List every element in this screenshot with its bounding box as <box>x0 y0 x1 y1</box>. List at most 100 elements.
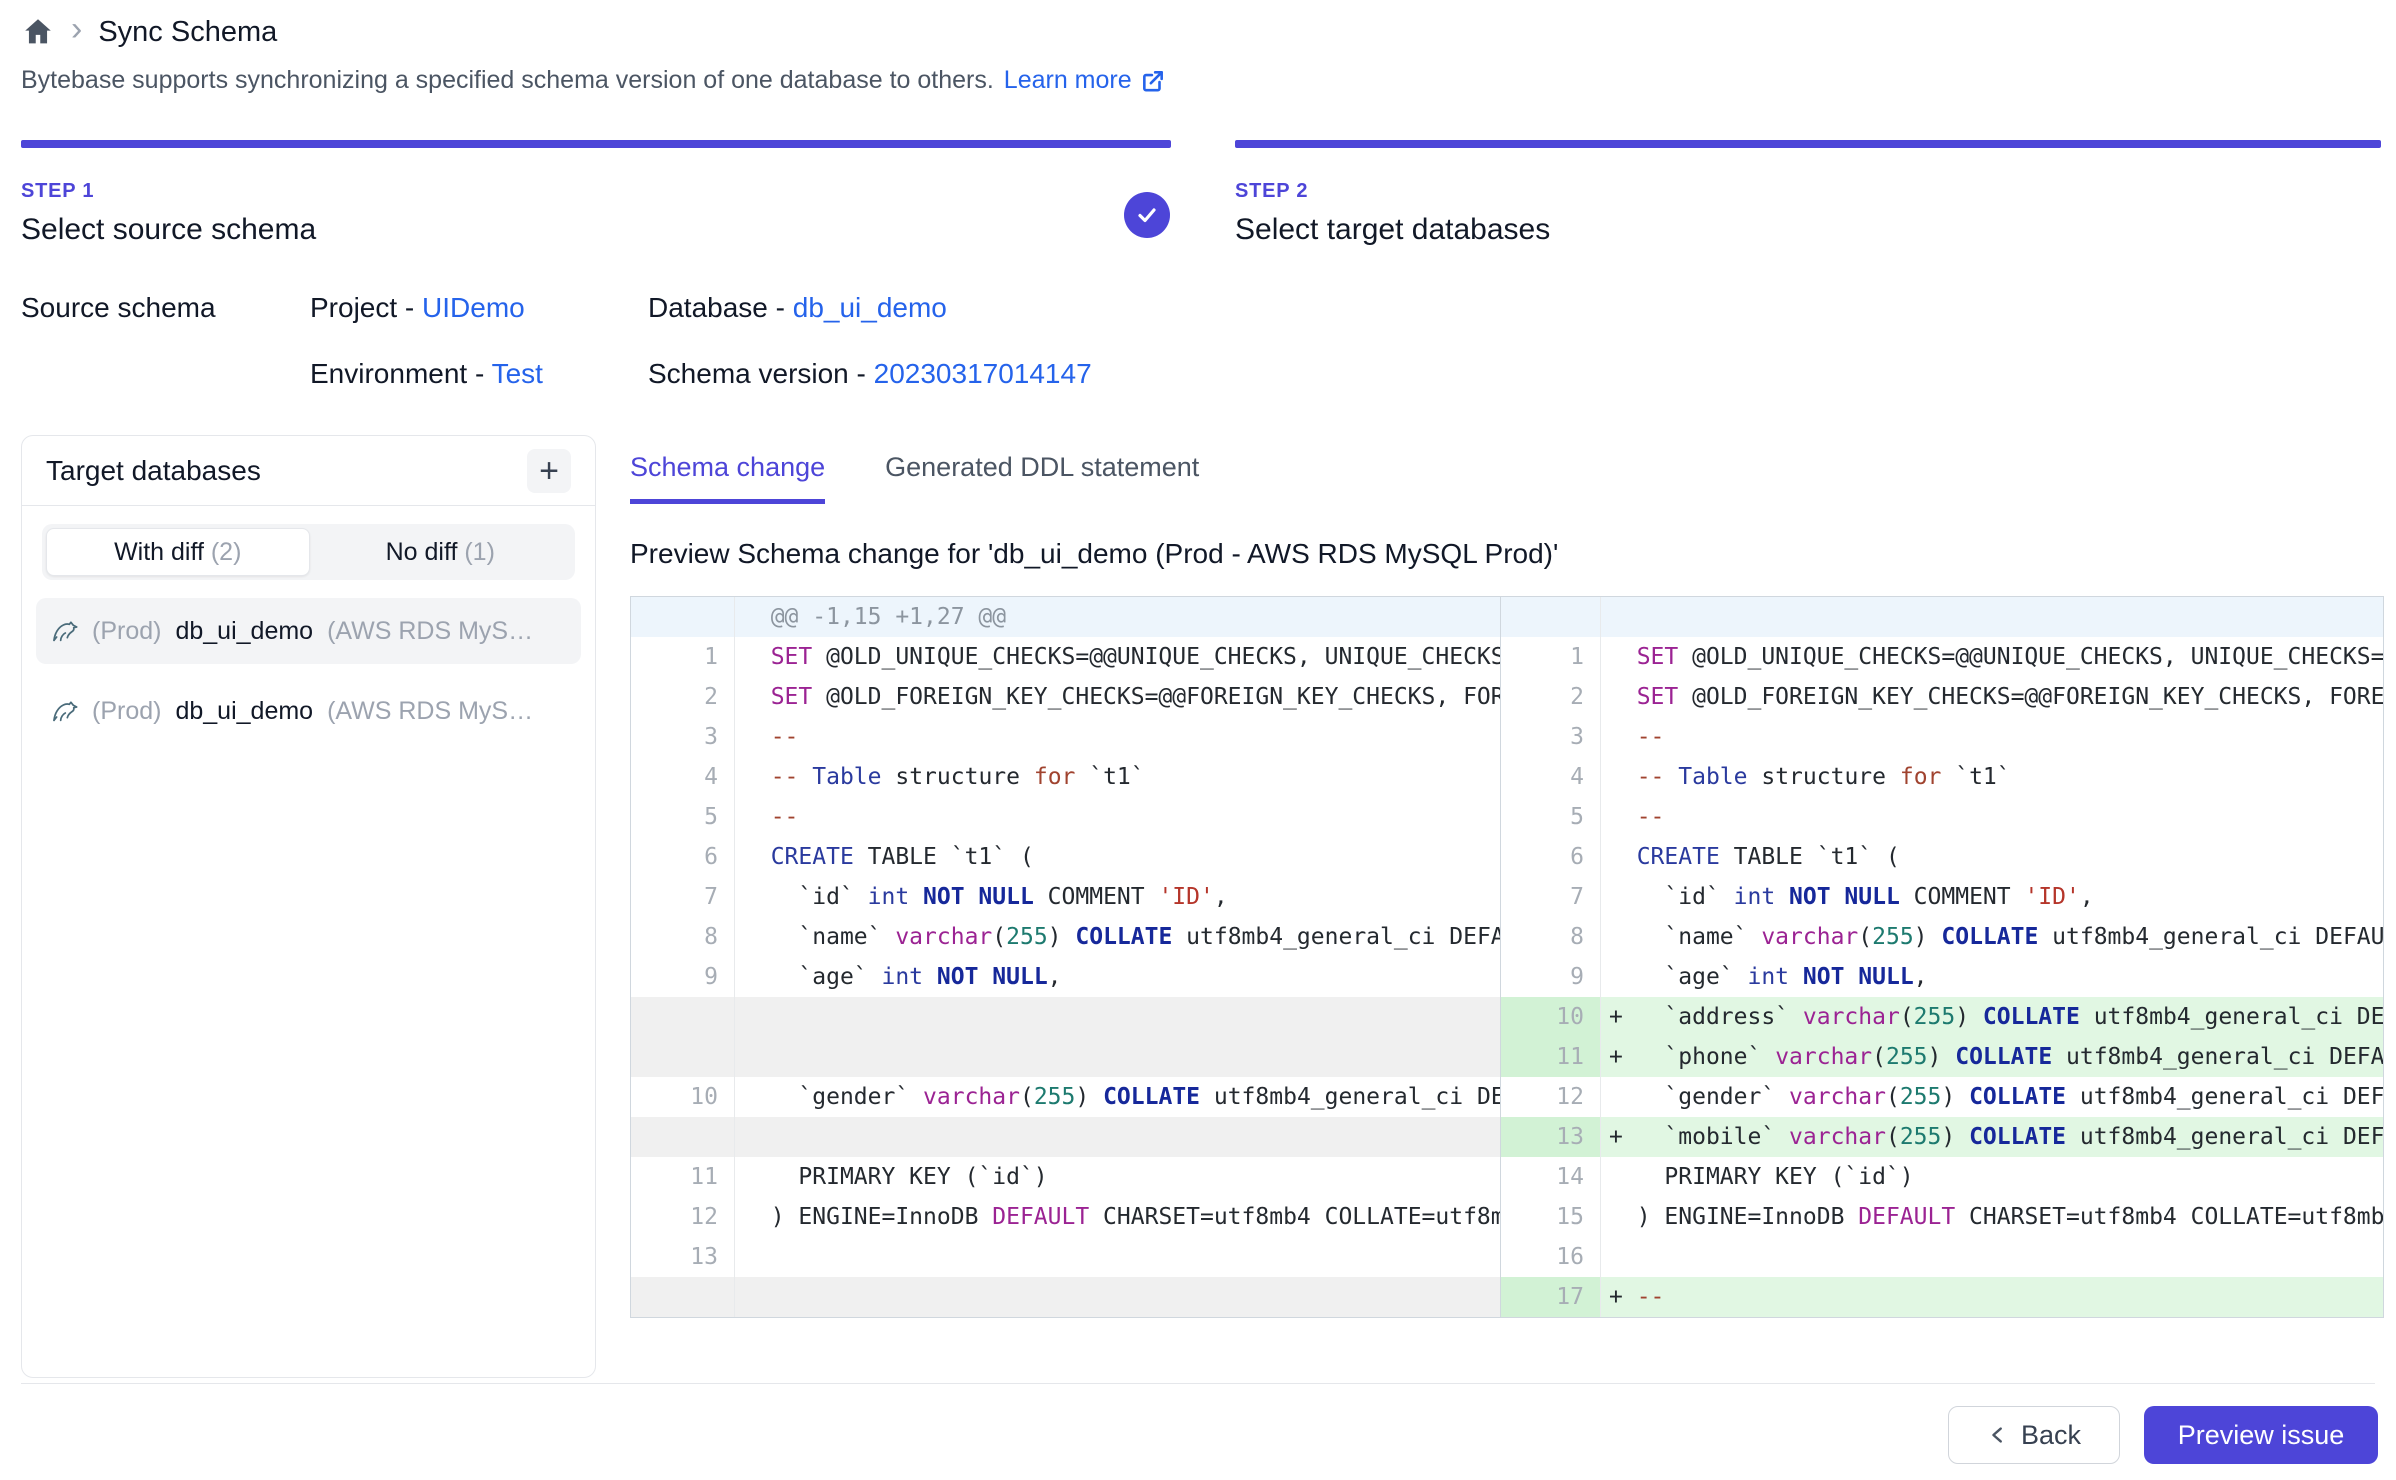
source-field-link[interactable]: 20230317014147 <box>874 358 1092 389</box>
step1-progress-bar <box>21 140 1171 148</box>
diff-code-left: -- Table structure for `t1` <box>735 757 1501 797</box>
diff-code-left: `gender` varchar(255) COLLATE utf8mb4_ge… <box>735 1077 1501 1117</box>
diff-code-right: ) ENGINE=InnoDB DEFAULT CHARSET=utf8mb4 … <box>1601 1197 2383 1237</box>
diff-code-right: -- <box>1601 797 2383 837</box>
diff-row: 6 CREATE TABLE `t1` (6 CREATE TABLE `t1`… <box>631 837 2383 877</box>
code-token: utf8mb4_general_ci DEFAULT NULL, <box>1200 1084 1501 1110</box>
tab-with-diff[interactable]: With diff (2) <box>46 528 310 576</box>
code-token: ) <box>1914 924 1942 950</box>
code-token: -- <box>1637 724 1665 750</box>
chevron-right-icon: › <box>71 12 82 52</box>
diff-code-right: `name` varchar(255) COLLATE utf8mb4_gene… <box>1601 917 2383 957</box>
db-instance: (AWS RDS MyS… <box>327 697 533 726</box>
code-token: COLLATE <box>1983 1004 2080 1030</box>
code-token: ) <box>1955 1004 1983 1030</box>
diff-code-right: PRIMARY KEY (`id`) <box>1601 1157 2383 1197</box>
diff-marker <box>1609 764 1637 790</box>
code-token: , <box>1214 884 1228 910</box>
add-target-database-button[interactable]: + <box>527 449 571 493</box>
source-field-link[interactable]: UIDemo <box>422 292 525 323</box>
code-token: ) <box>1941 1084 1969 1110</box>
code-token: @@ -1,15 +1,27 @@ <box>771 604 1006 630</box>
diff-marker <box>1609 1244 1637 1270</box>
code-token: ) <box>1941 1124 1969 1150</box>
code-token <box>798 764 812 790</box>
home-icon[interactable] <box>21 15 55 49</box>
code-token: utf8mb4_general_ci DEFAULT NULL, <box>2066 1124 2383 1150</box>
diff-code-left: SET @OLD_UNIQUE_CHECKS=@@UNIQUE_CHECKS, … <box>735 637 1501 677</box>
diff-code-left: PRIMARY KEY (`id`) <box>735 1157 1501 1197</box>
code-token: varchar <box>1761 924 1858 950</box>
code-token: 255 <box>1886 1044 1928 1070</box>
diff-line-number-right: 16 <box>1501 1237 1601 1277</box>
diff-code-right: + `address` varchar(255) COLLATE utf8mb4… <box>1601 997 2383 1037</box>
code-token: `age` <box>771 964 882 990</box>
source-schema-fields: Project - UIDemoDatabase - db_ui_demoEnv… <box>310 292 1092 390</box>
diff-line-number-left: 8 <box>631 917 735 957</box>
mysql-icon <box>50 615 82 647</box>
tab-label: With diff <box>114 538 211 567</box>
learn-more-link[interactable]: Learn more <box>1004 66 1166 95</box>
code-token: `phone` <box>1637 1044 1775 1070</box>
tab-generated-ddl-statement[interactable]: Generated DDL statement <box>885 452 1199 504</box>
diff-line-number-left: 10 <box>631 1077 735 1117</box>
back-button[interactable]: Back <box>1948 1406 2120 1464</box>
diff-row: 17+ -- <box>631 1277 2383 1317</box>
diff-code-left <box>735 997 1501 1037</box>
code-token: NOT NULL <box>1803 964 1914 990</box>
code-token: COLLATE <box>1969 1124 2066 1150</box>
diff-row: 9 `age` int NOT NULL,9 `age` int NOT NUL… <box>631 957 2383 997</box>
diff-code-left: -- <box>735 717 1501 757</box>
diff-row: 7 `id` int NOT NULL COMMENT 'ID',7 `id` … <box>631 877 2383 917</box>
target-database-item[interactable]: (Prod)db_ui_demo(AWS RDS MyS… <box>36 598 581 664</box>
code-token: @OLD_UNIQUE_CHECKS=@@UNIQUE_CHECKS, UNIQ… <box>1678 644 2383 670</box>
code-token: `age` <box>1637 964 1748 990</box>
diff-line-number-right: 17 <box>1501 1277 1601 1317</box>
source-field-label: Database - <box>648 292 793 323</box>
source-field-label: Environment - <box>310 358 492 389</box>
code-token: `name` <box>771 924 896 950</box>
code-token: varchar <box>923 1084 1020 1110</box>
code-token: DEFAULT <box>992 1204 1089 1230</box>
code-token: int <box>1734 884 1776 910</box>
diff-row: 13+ `mobile` varchar(255) COLLATE utf8mb… <box>631 1117 2383 1157</box>
code-token: ( <box>1872 1044 1886 1070</box>
target-database-item[interactable]: (Prod)db_ui_demo(AWS RDS MyS… <box>36 678 581 744</box>
step1-title: Select source schema <box>21 213 316 247</box>
tab-schema-change[interactable]: Schema change <box>630 452 825 504</box>
step2-progress-bar <box>1235 140 2381 148</box>
source-field-db_ui_demo: Database - db_ui_demo <box>648 292 1092 324</box>
code-token: @OLD_FOREIGN_KEY_CHECKS=@@FOREIGN_KEY_CH… <box>812 684 1501 710</box>
diff-line-number-left: 13 <box>631 1237 735 1277</box>
schema-diff-viewer[interactable]: @@ -1,15 +1,27 @@ 1 SET @OLD_UNIQUE_CHEC… <box>630 596 2384 1318</box>
diff-line-number-left: 3 <box>631 717 735 757</box>
code-token: COLLATE <box>1103 1084 1200 1110</box>
diff-row: 12 ) ENGINE=InnoDB DEFAULT CHARSET=utf8m… <box>631 1197 2383 1237</box>
tab-count: (1) <box>464 538 495 567</box>
intro-text: Bytebase supports synchronizing a specif… <box>21 66 994 95</box>
source-field-link[interactable]: db_ui_demo <box>793 292 947 323</box>
diff-marker: + <box>1609 1284 1637 1310</box>
diff-marker: + <box>1609 1044 1637 1070</box>
diff-line-number-right: 12 <box>1501 1077 1601 1117</box>
diff-marker <box>743 884 771 910</box>
source-field-link[interactable]: Test <box>492 358 543 389</box>
code-token <box>923 964 937 990</box>
step2-label: STEP 2 <box>1235 180 1550 203</box>
diff-code-left: `name` varchar(255) COLLATE utf8mb4_gene… <box>735 917 1501 957</box>
footer-divider <box>21 1383 2375 1384</box>
diff-marker <box>743 644 771 670</box>
code-token: , <box>1048 964 1062 990</box>
tab-no-diff[interactable]: No diff (1) <box>310 528 572 576</box>
diff-line-number-right: 1 <box>1501 637 1601 677</box>
db-name: db_ui_demo <box>175 697 313 726</box>
diff-marker <box>1609 964 1637 990</box>
preview-issue-button[interactable]: Preview issue <box>2144 1406 2378 1464</box>
diff-line-number-left <box>631 1277 735 1317</box>
diff-marker <box>743 684 771 710</box>
code-token: `mobile` <box>1637 1124 1789 1150</box>
diff-code-left: `id` int NOT NULL COMMENT 'ID', <box>735 877 1501 917</box>
code-token: ( <box>1020 1084 1034 1110</box>
diff-marker <box>743 924 771 950</box>
code-token: COMMENT <box>1034 884 1159 910</box>
